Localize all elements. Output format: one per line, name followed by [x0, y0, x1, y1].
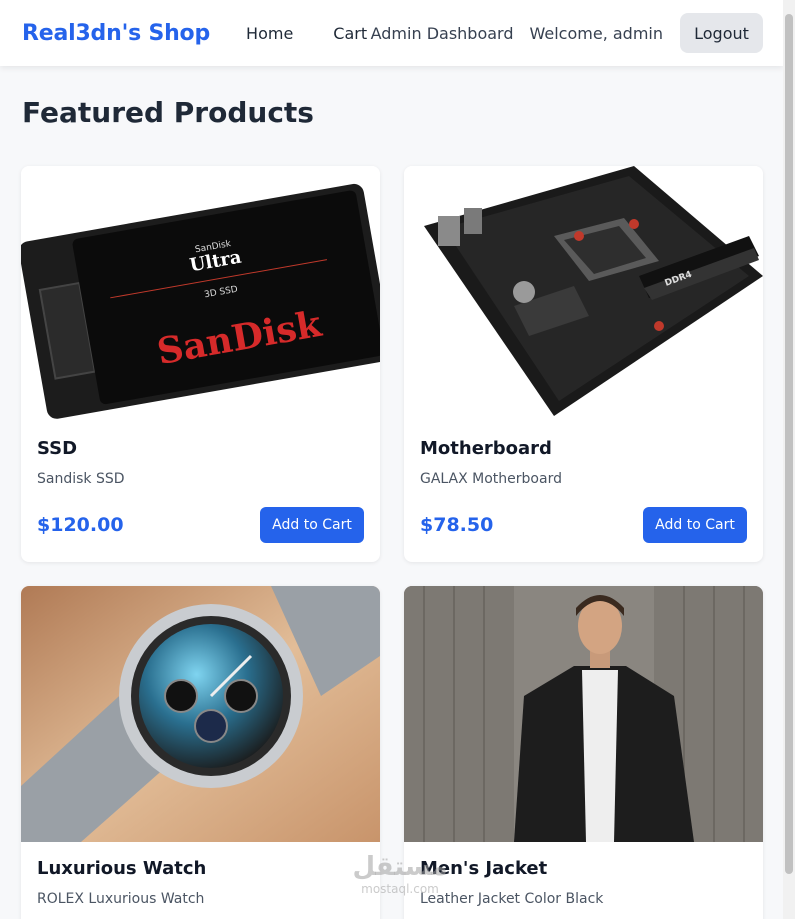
add-to-cart-button[interactable]: Add to Cart — [643, 507, 747, 543]
scrollbar-thumb[interactable] — [785, 14, 793, 874]
product-description: ROLEX Luxurious Watch — [37, 891, 205, 907]
product-name: SSD — [37, 438, 78, 459]
brand-logo[interactable]: Real3dn's Shop — [22, 21, 210, 46]
product-card-watch: Luxurious Watch ROLEX Luxurious Watch — [21, 586, 380, 919]
product-description: Leather Jacket Color Black — [420, 891, 604, 907]
nav-link-cart[interactable]: Cart — [333, 24, 367, 43]
product-price: $78.50 — [420, 514, 494, 536]
nav-right-group: Admin Dashboard Welcome, admin Logout — [371, 13, 763, 53]
top-navbar: Real3dn's Shop Home Cart Admin Dashboard… — [0, 0, 783, 66]
product-description: GALAX Motherboard — [420, 471, 562, 487]
add-to-cart-button[interactable]: Add to Cart — [260, 507, 364, 543]
product-price: $120.00 — [37, 514, 124, 536]
welcome-text: Welcome, admin — [529, 23, 664, 43]
product-description: Sandisk SSD — [37, 471, 125, 487]
logout-button[interactable]: Logout — [680, 13, 763, 53]
jacket-image — [404, 586, 763, 842]
scrollbar-track[interactable] — [783, 0, 795, 919]
product-card-motherboard: DDR4 Motherboard GALAX Motherboard $78.5… — [404, 166, 763, 562]
product-card-jacket: Men's Jacket Leather Jacket Color Black — [404, 586, 763, 919]
product-card-ssd: SanDisk Ultra 3D SSD SanDisk SSD Sandisk… — [21, 166, 380, 562]
motherboard-image: DDR4 — [404, 166, 763, 422]
watch-image — [21, 586, 380, 842]
product-name: Luxurious Watch — [37, 858, 207, 879]
product-name: Motherboard — [420, 438, 552, 459]
product-name: Men's Jacket — [420, 858, 548, 879]
page-title: Featured Products — [22, 96, 314, 129]
nav-link-admin-dashboard[interactable]: Admin Dashboard — [371, 24, 514, 43]
ssd-image: SanDisk Ultra 3D SSD SanDisk — [21, 166, 380, 422]
nav-link-home[interactable]: Home — [246, 24, 293, 43]
